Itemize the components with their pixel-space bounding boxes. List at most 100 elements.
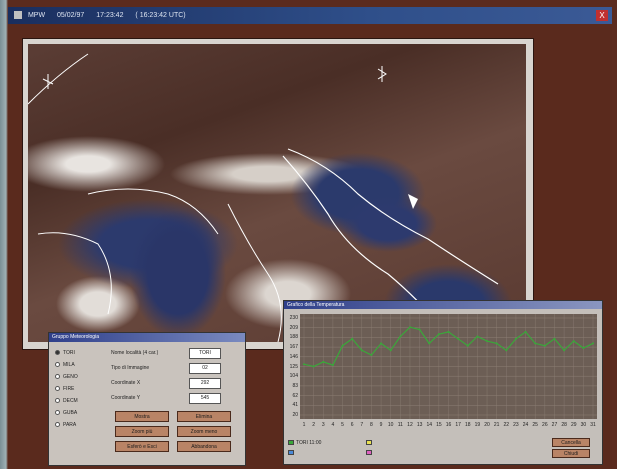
legend-swatch [288, 440, 294, 446]
radio-icon [55, 374, 60, 380]
data-point [370, 353, 373, 356]
data-point [341, 344, 344, 347]
delete-button[interactable]: Elimina [177, 411, 231, 422]
show-button[interactable]: Mostra [115, 411, 169, 422]
x-tick-label: 22 [503, 422, 510, 428]
data-point [466, 344, 469, 347]
x-tick-label: 1 [302, 422, 306, 428]
x-tick-label: 17 [455, 422, 461, 428]
data-point [360, 349, 363, 352]
x-tick-label: 10 [387, 422, 394, 428]
y-tick-label: 41 [292, 402, 298, 409]
legend-item-2[interactable] [366, 439, 374, 447]
station-radio-para[interactable]: PARA [55, 421, 76, 430]
x-tick-label: 9 [379, 422, 383, 428]
close-graph-button[interactable]: Chiudi [552, 449, 590, 458]
graph-title: Grafico della Temperatura [284, 301, 602, 309]
data-point [524, 330, 527, 333]
data-point [543, 344, 546, 347]
window-title-utc: ( 16:23:42 UTC) [135, 12, 186, 19]
station-panel-title: Gruppo Meteorologia [49, 333, 245, 342]
legend-swatch [366, 450, 372, 456]
data-point [582, 347, 585, 350]
x-tick-label: 26 [542, 422, 548, 428]
data-point [505, 349, 508, 352]
data-point [514, 337, 517, 340]
station-radio-fire[interactable]: FIRE [55, 385, 74, 394]
x-tick-label: 19 [474, 422, 481, 428]
x-tick-label: 15 [436, 422, 442, 428]
data-point [592, 342, 594, 345]
y-tick-label: 62 [292, 392, 298, 399]
save-exit-button[interactable]: Esferò e Esci [115, 441, 169, 452]
x-tick-label: 3 [321, 422, 325, 428]
y-tick-label: 167 [289, 344, 298, 351]
x-tick-label: 23 [513, 422, 519, 428]
coord-y-label: Coordinate Y [111, 395, 141, 401]
data-point [351, 337, 354, 340]
data-point [408, 326, 411, 329]
coord-y-field[interactable]: 545 [189, 393, 221, 404]
x-tick-label: 31 [590, 422, 596, 428]
legend-item-3[interactable] [288, 449, 296, 457]
coord-x-field[interactable]: 292 [189, 378, 221, 389]
legend-swatch [288, 450, 294, 456]
x-tick-label: 30 [580, 422, 587, 428]
data-point [322, 360, 325, 363]
radio-icon [55, 398, 60, 404]
station-radio-decm[interactable]: DECM [55, 397, 78, 406]
window-title-time: 17:23:42 [96, 12, 124, 19]
zoom-out-button[interactable]: Zoom meno [177, 426, 231, 437]
x-tick-label: 29 [570, 422, 577, 428]
app-icon [14, 11, 22, 20]
legend-item-1[interactable]: TORI 11:00 [288, 439, 321, 447]
data-point [303, 363, 305, 366]
x-tick-label: 25 [532, 422, 538, 428]
x-tick-label: 13 [416, 422, 423, 428]
y-tick-label: 188 [289, 334, 298, 341]
y-tick-label: 209 [289, 324, 298, 331]
image-type-label: Tipo di Immagine [111, 365, 150, 371]
abandon-button[interactable]: Abbandona [177, 441, 231, 452]
location-name-field[interactable]: TORI [189, 348, 221, 359]
radio-icon [55, 362, 60, 368]
radio-icon [55, 386, 60, 392]
y-tick-label: 125 [289, 363, 298, 370]
data-point [563, 349, 566, 352]
close-icon[interactable]: X [596, 10, 608, 21]
data-point [457, 337, 460, 340]
y-tick-label: 146 [289, 353, 298, 360]
radio-icon [55, 422, 60, 428]
x-tick-label: 2 [312, 422, 316, 428]
y-tick-label: 83 [292, 382, 298, 389]
zoom-in-button[interactable]: Zoom più [115, 426, 169, 437]
clear-graph-button[interactable]: Cancella [552, 438, 590, 447]
data-point [312, 365, 315, 368]
x-tick-label: 12 [407, 422, 413, 428]
data-point [389, 349, 392, 352]
data-point [553, 337, 556, 340]
location-name-label: Nome località (4 car.) [111, 350, 159, 356]
radio-icon [55, 410, 60, 416]
data-point [399, 335, 402, 338]
line-chart [300, 314, 597, 419]
data-point [447, 330, 450, 333]
data-point [418, 328, 421, 331]
x-tick-label: 27 [551, 422, 558, 428]
image-type-field[interactable]: 02 [189, 363, 221, 374]
x-tick-label: 11 [397, 422, 403, 428]
x-tick-label: 21 [493, 422, 500, 428]
station-radio-geno[interactable]: GENO [55, 373, 78, 382]
station-panel: Gruppo Meteorologia TORI MILA GENO FIRE … [48, 332, 246, 466]
satellite-image[interactable] [28, 44, 526, 342]
station-radio-guba[interactable]: GUBA [55, 409, 77, 418]
station-radio-tori[interactable]: TORI [55, 349, 75, 358]
x-tick-label: 28 [561, 422, 567, 428]
data-point [437, 333, 440, 336]
y-tick-label: 104 [289, 373, 298, 380]
legend-item-4[interactable] [366, 449, 374, 457]
window-title-app: MPW [27, 12, 46, 19]
station-radio-mila[interactable]: MILA [55, 361, 75, 370]
x-tick-label: 18 [464, 422, 471, 428]
y-tick-label: 230 [289, 315, 298, 321]
